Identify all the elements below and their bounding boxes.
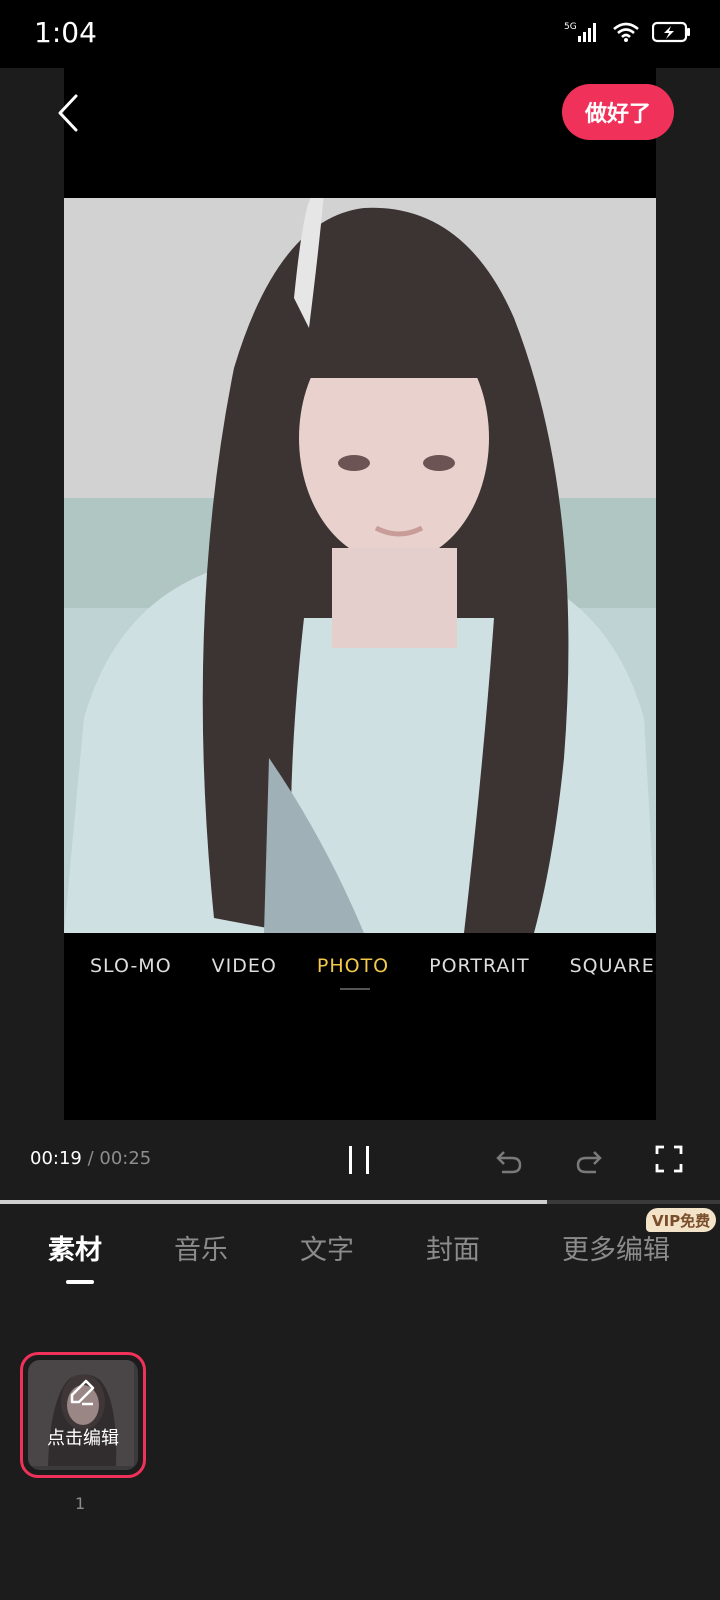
clip-thumbnail: 点击编辑 [28,1360,138,1470]
edit-tabs: 素材 音乐 文字 封面 更多编辑 VIP免费 [0,1208,720,1292]
undo-icon [496,1151,522,1174]
clip-thumbnail-image [28,1360,134,1466]
vip-badge: VIP免费 [646,1208,717,1232]
tab-text[interactable]: 文字 [300,1228,354,1267]
tab-material[interactable]: 素材 [48,1228,102,1267]
timecode: 00:19 / 00:25 [30,1148,151,1169]
status-bar: 1:04 5G [0,0,720,68]
redo-button[interactable] [574,1146,604,1178]
tab-cover[interactable]: 封面 [426,1228,480,1267]
back-icon [58,94,78,132]
mode-slo-mo: SLO-MO [90,954,172,977]
time-separator: / [81,1148,100,1169]
preview-photo [64,198,656,933]
mode-indicator [340,988,370,990]
clip-edit-label: 点击编辑 [47,1428,119,1449]
done-button[interactable]: 做好了 [562,84,674,140]
edit-icon [68,1378,96,1410]
clip-card[interactable]: 点击编辑 [20,1352,146,1478]
clip-index: 1 [75,1494,86,1513]
redo-icon [576,1151,602,1174]
current-time: 00:19 [30,1148,82,1169]
portrait-illustration [64,198,656,933]
tab-underline [66,1280,94,1284]
back-button[interactable] [46,88,90,138]
playback-controls: 00:19 / 00:25 [0,1130,720,1192]
mode-square: SQUARE [569,954,655,977]
progress-bar[interactable] [0,1200,720,1204]
status-time: 1:04 [34,16,97,49]
pause-icon [349,1146,369,1174]
video-preview[interactable]: SLO-MO VIDEO PHOTO PORTRAIT SQUARE [64,68,656,1120]
tab-music[interactable]: 音乐 [174,1228,228,1267]
battery-icon [652,21,690,43]
total-time: 00:25 [99,1148,152,1169]
mode-photo: PHOTO [316,954,390,977]
status-icons: 5G [564,20,692,44]
tab-more-edit[interactable]: 更多编辑 [562,1228,670,1267]
network-type: 5G [564,22,577,32]
signal-icon: 5G [564,22,596,42]
pause-button[interactable] [346,1144,374,1176]
mode-video: VIDEO [211,954,277,977]
undo-button[interactable] [494,1146,524,1178]
fullscreen-icon [655,1145,683,1173]
fullscreen-button[interactable] [654,1144,684,1178]
wifi-icon [613,22,639,42]
progress-fill [0,1200,548,1204]
mode-portrait: PORTRAIT [429,954,530,977]
